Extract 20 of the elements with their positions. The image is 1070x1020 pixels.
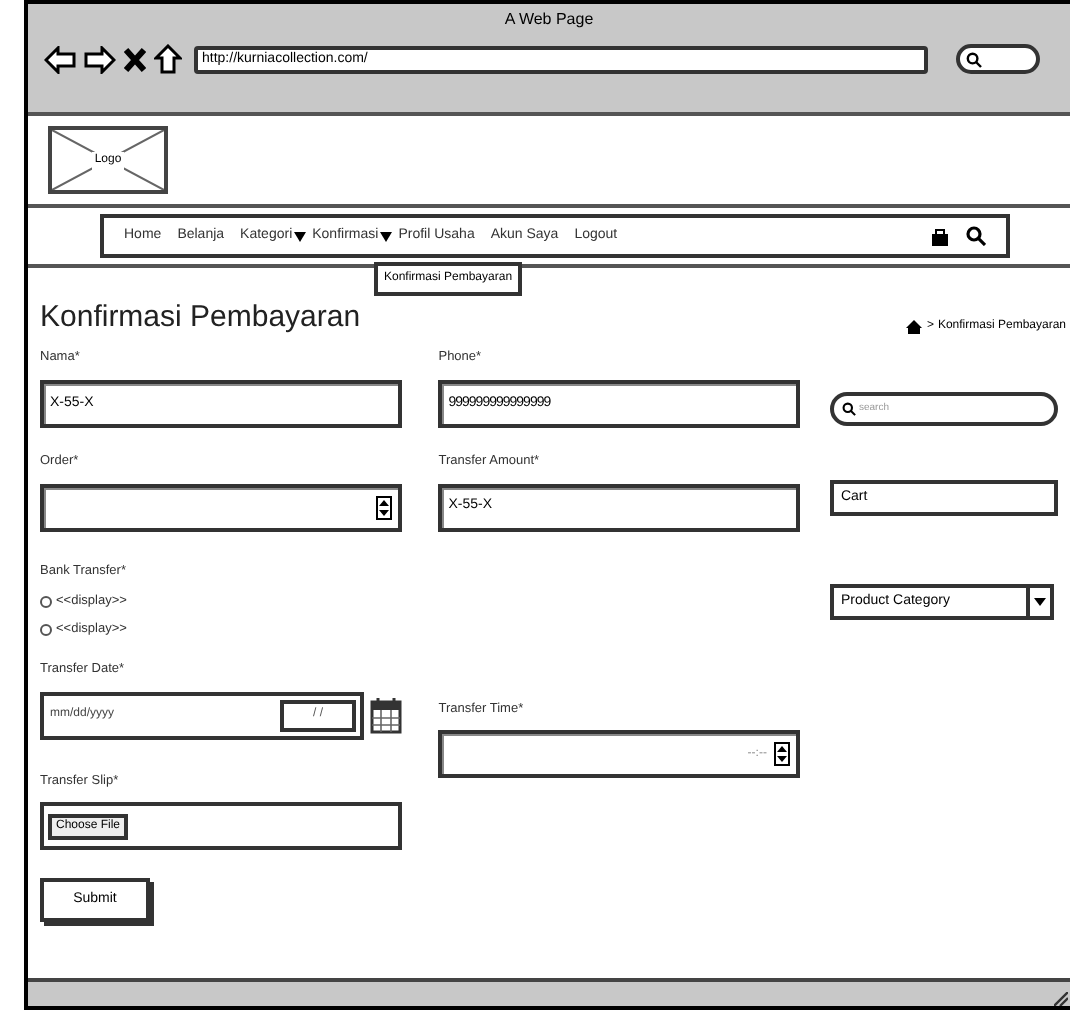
page-heading: Konfirmasi Pembayaran: [40, 300, 361, 336]
search-icon[interactable]: [966, 226, 986, 246]
caret-icon: [380, 231, 393, 241]
dropdown-field[interactable]: [40, 483, 403, 531]
resize-grip-icon[interactable]: [1054, 992, 1068, 1006]
spinner-icon[interactable]: [376, 495, 393, 519]
search-icon: [966, 51, 982, 67]
caret-icon: [294, 231, 307, 241]
search-field[interactable]: [956, 44, 1040, 74]
bag-icon[interactable]: [930, 227, 950, 245]
radio-button[interactable]: [40, 623, 52, 636]
spinner-icon[interactable]: [774, 742, 791, 767]
radio-button[interactable]: [40, 596, 52, 609]
back-icon[interactable]: [44, 45, 76, 73]
caret-icon: [1034, 598, 1047, 606]
search-icon: [842, 402, 857, 416]
forward-icon[interactable]: [84, 45, 116, 73]
window-title: A Web Page: [504, 8, 594, 32]
close-icon[interactable]: [124, 47, 146, 71]
calendar-icon[interactable]: [370, 697, 402, 733]
